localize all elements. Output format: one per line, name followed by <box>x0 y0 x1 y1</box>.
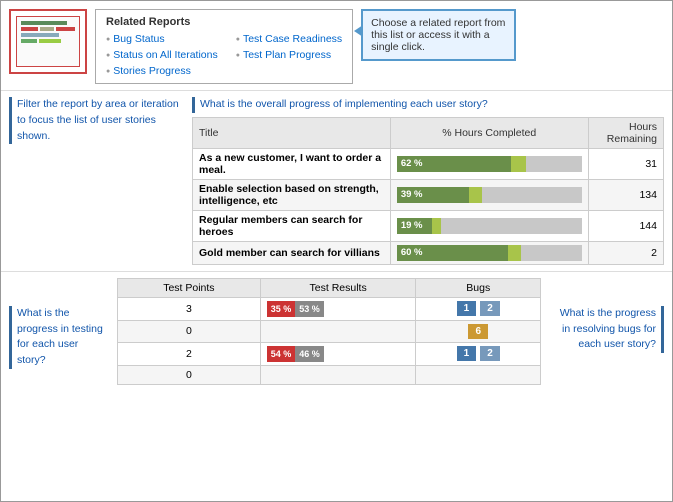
test-row: 06 <box>118 320 541 342</box>
test-table: Test Points Test Results Bugs 335 %53 %1… <box>117 278 541 385</box>
story-row: Regular members can search for heroes19 … <box>193 210 664 241</box>
story-title-cell: Regular members can search for heroes <box>193 210 391 241</box>
story-progress-cell: 19 % <box>390 210 588 241</box>
test-results-cell <box>260 320 416 342</box>
test-row: 0 <box>118 365 541 384</box>
testing-note: What is the progress in testing for each… <box>9 306 109 369</box>
test-row: 335 %53 %12 <box>118 297 541 320</box>
report-link-stories-progress[interactable]: ●Stories Progress <box>106 65 218 77</box>
col-test-points: Test Points <box>118 278 261 297</box>
related-reports-box: Related Reports ●Bug Status ●Status on A… <box>95 9 353 84</box>
report-link-bug-status[interactable]: ●Bug Status <box>106 33 218 45</box>
story-progress-cell: 60 % <box>390 241 588 264</box>
test-points-cell: 0 <box>118 320 261 342</box>
story-hours-cell: 2 <box>588 241 663 264</box>
callout-arrow <box>354 25 363 37</box>
test-table-container: Test Points Test Results Bugs 335 %53 %1… <box>117 278 541 385</box>
bugs-cell: 6 <box>416 320 541 342</box>
report-link-case-readiness[interactable]: ●Test Case Readiness <box>236 33 342 45</box>
story-title-cell: Gold member can search for villians <box>193 241 391 264</box>
story-title-cell: Enable selection based on strength, inte… <box>193 179 391 210</box>
test-results-cell <box>260 365 416 384</box>
reports-col-right: ●Test Case Readiness ●Test Plan Progress <box>236 33 342 77</box>
story-title-cell: As a new customer, I want to order a mea… <box>193 148 391 179</box>
bugs-cell <box>416 365 541 384</box>
reports-col-left: ●Bug Status ●Status on All Iterations ●S… <box>106 33 218 77</box>
report-link-plan-progress[interactable]: ●Test Plan Progress <box>236 49 342 61</box>
story-row: As a new customer, I want to order a mea… <box>193 148 664 179</box>
report-link-all-iterations[interactable]: ●Status on All Iterations <box>106 49 218 61</box>
story-progress-cell: 62 % <box>390 148 588 179</box>
story-row: Enable selection based on strength, inte… <box>193 179 664 210</box>
col-title: Title <box>193 117 391 148</box>
bottom-section: What is the progress in testing for each… <box>1 272 672 391</box>
report-thumbnail-icon <box>9 9 87 74</box>
story-hours-cell: 134 <box>588 179 663 210</box>
progress-note: What is the overall progress of implemen… <box>192 97 664 113</box>
test-points-cell: 3 <box>118 297 261 320</box>
related-reports-callout: Choose a related report from this list o… <box>361 9 516 61</box>
story-progress-cell: 39 % <box>390 179 588 210</box>
stories-table-container: What is the overall progress of implemen… <box>192 97 664 265</box>
related-reports-title: Related Reports <box>106 16 342 28</box>
stories-table: Title % Hours Completed Hours Remaining … <box>192 117 664 265</box>
callout-text: Choose a related report from this list o… <box>371 17 505 53</box>
filter-note: Filter the report by area or iteration t… <box>9 97 184 144</box>
test-points-cell: 0 <box>118 365 261 384</box>
story-hours-cell: 144 <box>588 210 663 241</box>
test-results-cell: 35 %53 % <box>260 297 416 320</box>
bugs-note: What is the progress in resolving bugs f… <box>549 306 664 353</box>
test-results-cell: 54 %46 % <box>260 342 416 365</box>
test-points-cell: 2 <box>118 342 261 365</box>
middle-section: Filter the report by area or iteration t… <box>1 90 672 272</box>
test-row: 254 %46 %12 <box>118 342 541 365</box>
top-section: Related Reports ●Bug Status ●Status on A… <box>1 1 672 90</box>
col-test-results: Test Results <box>260 278 416 297</box>
col-hours: Hours Remaining <box>588 117 663 148</box>
bugs-cell: 12 <box>416 297 541 320</box>
story-row: Gold member can search for villians60 %2 <box>193 241 664 264</box>
story-hours-cell: 31 <box>588 148 663 179</box>
page-container: Related Reports ●Bug Status ●Status on A… <box>1 1 672 391</box>
col-bugs: Bugs <box>416 278 541 297</box>
bugs-cell: 12 <box>416 342 541 365</box>
col-progress: % Hours Completed <box>390 117 588 148</box>
